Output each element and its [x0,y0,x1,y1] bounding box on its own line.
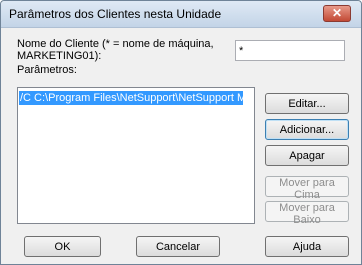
move-up-button[interactable]: Mover para Cima [265,176,349,201]
title-bar: Parâmetros dos Clientes nesta Unidade ✕ [1,1,361,28]
edit-button[interactable]: Editar... [265,93,349,114]
close-button[interactable]: ✕ [323,5,351,22]
list-item[interactable]: /C C:\Program Files\NetSupport\NetSuppor… [19,91,243,105]
help-button[interactable]: Ajuda [265,236,349,257]
close-icon: ✕ [331,6,343,20]
window-title: Parâmetros dos Clientes nesta Unidade [9,7,222,21]
add-button[interactable]: Adicionar... [265,119,349,140]
params-list[interactable]: /C C:\Program Files\NetSupport\NetSuppor… [17,87,255,224]
client-name-label: Nome do Cliente (* = nome de máquina, [17,38,214,50]
dialog-window: Parâmetros dos Clientes nesta Unidade ✕ … [0,0,362,265]
delete-button[interactable]: Apagar [265,145,349,166]
client-name-label-hint: MARKETING01): [17,50,102,62]
client-name-input[interactable] [235,40,345,61]
move-down-button[interactable]: Mover para Baixo [265,201,349,226]
cancel-button[interactable]: Cancelar [136,236,220,257]
params-label: Parâmetros: [17,64,77,76]
ok-button[interactable]: OK [24,236,101,257]
